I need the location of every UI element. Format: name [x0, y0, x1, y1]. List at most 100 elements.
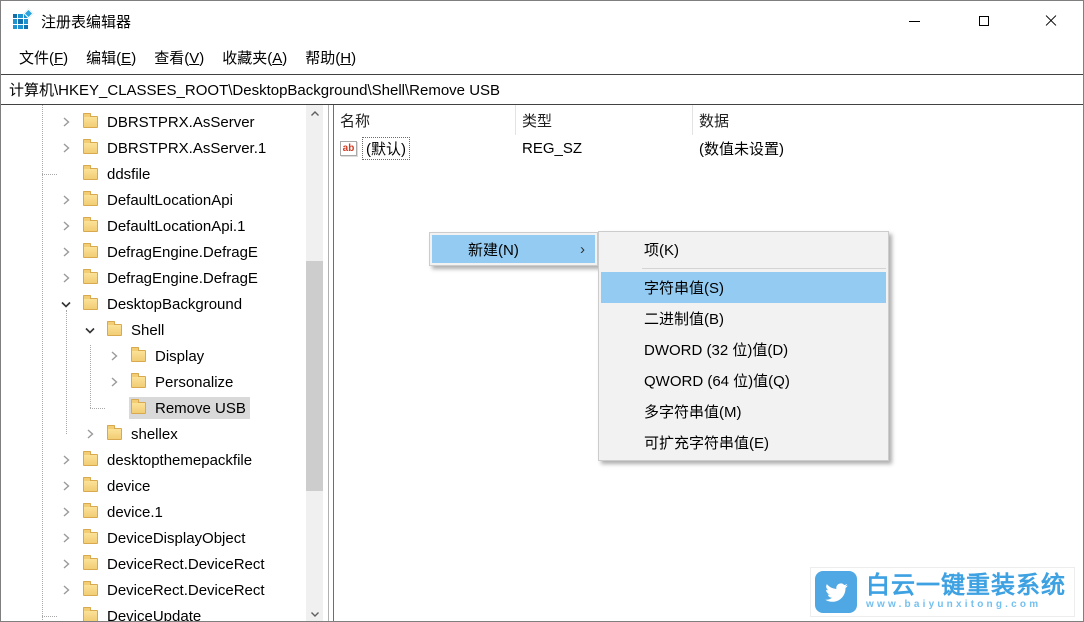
- tree-item-dbrstprx-asserver-1[interactable]: DBRSTPRX.AsServer.1: [1, 135, 328, 161]
- chevron-right-icon[interactable]: [58, 504, 74, 520]
- chevron-down-icon[interactable]: [82, 322, 98, 338]
- chevron-down-icon: [310, 609, 320, 619]
- scrollbar-thumb[interactable]: [306, 261, 323, 491]
- tree-item-body: shellex: [105, 423, 182, 445]
- tree-item-body: Remove USB: [129, 397, 250, 419]
- chevron-right-icon[interactable]: [58, 192, 74, 208]
- maximize-button[interactable]: [949, 1, 1019, 41]
- tree-item-device-1[interactable]: device.1: [1, 499, 328, 525]
- chevron-right-icon[interactable]: [58, 270, 74, 286]
- menu-edit[interactable]: 编辑(E): [77, 43, 145, 72]
- folder-icon: [83, 532, 98, 544]
- folder-icon: [131, 350, 146, 362]
- tree-item-label: DBRSTPRX.AsServer.1: [106, 140, 266, 157]
- tree-item-personalize[interactable]: Personalize: [1, 369, 328, 395]
- tree-item-label: DefaultLocationApi: [106, 192, 233, 209]
- tree-item-desktopthemepackfile[interactable]: desktopthemepackfile: [1, 447, 328, 473]
- folder-icon: [83, 194, 98, 206]
- close-button[interactable]: [1019, 1, 1083, 41]
- tree-item-shellex[interactable]: shellex: [1, 421, 328, 447]
- tree-item-dbrstprx-asserver[interactable]: DBRSTPRX.AsServer: [1, 109, 328, 135]
- scroll-up-button[interactable]: [306, 105, 323, 122]
- tree-item-defragengine-defrage[interactable]: DefragEngine.DefragE: [1, 265, 328, 291]
- tree-item-device[interactable]: device: [1, 473, 328, 499]
- tree-item-body: DefragEngine.DefragE: [81, 267, 262, 289]
- chevron-right-icon[interactable]: [58, 244, 74, 260]
- tree-item-shell[interactable]: Shell: [1, 317, 328, 343]
- tree-item-label: DeviceDisplayObject: [106, 530, 245, 547]
- tree-item-ddsfile[interactable]: ddsfile: [1, 161, 328, 187]
- tree-item-display[interactable]: Display: [1, 343, 328, 369]
- tree-item-desktopbackground[interactable]: DesktopBackground: [1, 291, 328, 317]
- tree-item-label: DefragEngine.DefragE: [106, 270, 258, 287]
- minimize-button[interactable]: [879, 1, 949, 41]
- tree-item-label: Remove USB: [154, 400, 246, 417]
- column-header-data[interactable]: 数据: [693, 105, 1083, 135]
- chevron-right-icon[interactable]: [106, 348, 122, 364]
- tree-item-label: Personalize: [154, 374, 233, 391]
- chevron-down-icon[interactable]: [58, 296, 74, 312]
- tree-item-body: DBRSTPRX.AsServer: [81, 111, 259, 133]
- tree-item-deviceupdate[interactable]: DeviceUpdate: [1, 603, 328, 622]
- chevron-right-icon[interactable]: [58, 582, 74, 598]
- menu-view[interactable]: 查看(V): [145, 43, 213, 72]
- menu-favorites[interactable]: 收藏夹(A): [213, 43, 296, 72]
- tree-item-remove-usb[interactable]: Remove USB: [1, 395, 328, 421]
- address-bar[interactable]: 计算机\HKEY_CLASSES_ROOT\DesktopBackground\…: [1, 74, 1083, 105]
- chevron-right-icon[interactable]: [82, 426, 98, 442]
- context-menu: 新建(N) ›: [429, 232, 598, 266]
- chevron-right-icon[interactable]: [58, 452, 74, 468]
- chevron-right-icon[interactable]: [106, 374, 122, 390]
- menu-item-new[interactable]: 新建(N) ›: [432, 235, 595, 263]
- tree-item-label: Shell: [130, 322, 164, 339]
- menu-item-label: 项(K): [644, 239, 679, 260]
- menu-item-key[interactable]: 项(K): [601, 234, 886, 265]
- titlebar: 注册表编辑器: [1, 1, 1083, 41]
- column-header-type[interactable]: 类型: [516, 105, 693, 135]
- scroll-down-button[interactable]: [306, 605, 323, 622]
- menu-item-expandable-string-value[interactable]: 可扩充字符串值(E): [601, 427, 886, 458]
- menu-file[interactable]: 文件(F): [10, 43, 77, 72]
- tree-item-devicerect-devicerect[interactable]: DeviceRect.DeviceRect: [1, 551, 328, 577]
- tree-item-devicerect-devicerect[interactable]: DeviceRect.DeviceRect: [1, 577, 328, 603]
- close-icon: [1045, 15, 1057, 27]
- bird-icon: [815, 571, 857, 613]
- tree-item-devicedisplayobject[interactable]: DeviceDisplayObject: [1, 525, 328, 551]
- tree-item-defaultlocationapi-1[interactable]: DefaultLocationApi.1: [1, 213, 328, 239]
- menu-item-multi-string-value[interactable]: 多字符串值(M): [601, 396, 886, 427]
- chevron-right-icon[interactable]: [58, 556, 74, 572]
- registry-editor-window: 注册表编辑器 文件(F) 编辑(E) 查看(V) 收藏夹(A) 帮助(H) 计算…: [0, 0, 1084, 622]
- column-header-name[interactable]: 名称: [334, 105, 516, 135]
- chevron-right-icon[interactable]: [58, 218, 74, 234]
- folder-icon: [83, 142, 98, 154]
- tree-item-body: DefaultLocationApi.1: [81, 215, 249, 237]
- value-row-default[interactable]: ab (默认) REG_SZ (数值未设置): [334, 135, 1083, 161]
- tree-item-label: DeviceUpdate: [106, 608, 201, 622]
- tree-item-defragengine-defrage[interactable]: DefragEngine.DefragE: [1, 239, 328, 265]
- tree-item-label: DBRSTPRX.AsServer: [106, 114, 255, 131]
- folder-icon: [83, 116, 98, 128]
- chevron-right-icon[interactable]: [58, 478, 74, 494]
- menu-item-label: 可扩充字符串值(E): [644, 432, 769, 453]
- menu-item-qword-64-value[interactable]: QWORD (64 位)值(Q): [601, 365, 886, 396]
- tree-item-body: DefragEngine.DefragE: [81, 241, 262, 263]
- folder-icon: [83, 558, 98, 570]
- tree-item-label: DeviceRect.DeviceRect: [106, 556, 265, 573]
- tree-item-body: ddsfile: [81, 163, 154, 185]
- menu-help[interactable]: 帮助(H): [296, 43, 365, 72]
- value-data: (数值未设置): [699, 138, 784, 159]
- chevron-up-icon: [310, 109, 320, 119]
- tree-spacer: [58, 166, 74, 182]
- menu-item-dword-32-value[interactable]: DWORD (32 位)值(D): [601, 334, 886, 365]
- tree-item-defaultlocationapi[interactable]: DefaultLocationApi: [1, 187, 328, 213]
- value-name: (默认): [362, 137, 410, 160]
- menu-item-string-value[interactable]: 字符串值(S): [601, 272, 886, 303]
- tree-spacer: [106, 400, 122, 416]
- chevron-right-icon[interactable]: [58, 140, 74, 156]
- chevron-right-icon[interactable]: [58, 114, 74, 130]
- maximize-icon: [979, 16, 989, 26]
- tree-scrollbar[interactable]: [306, 105, 323, 622]
- menu-item-binary-value[interactable]: 二进制值(B): [601, 303, 886, 334]
- chevron-right-icon[interactable]: [58, 530, 74, 546]
- new-submenu: 项(K) 字符串值(S)二进制值(B)DWORD (32 位)值(D)QWORD …: [598, 231, 889, 461]
